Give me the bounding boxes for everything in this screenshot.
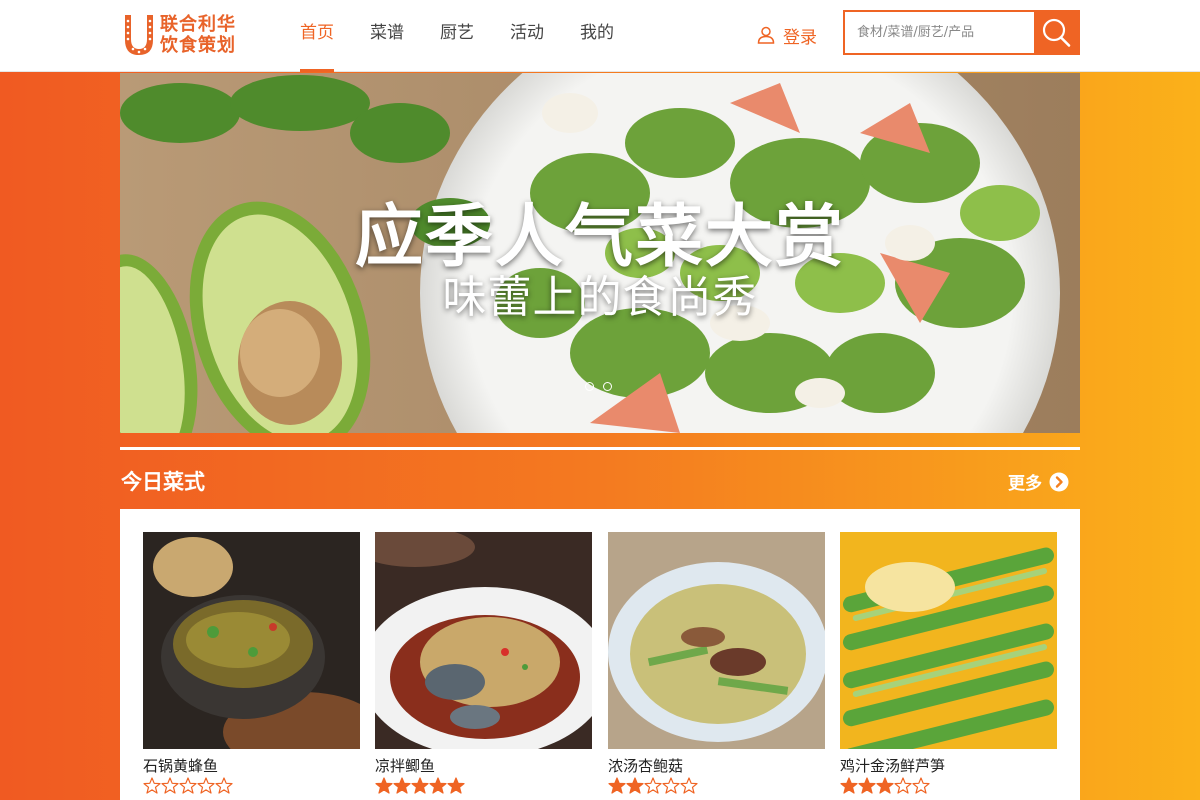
star-empty-icon bbox=[161, 777, 179, 794]
nav-recipes[interactable]: 菜谱 bbox=[370, 0, 404, 72]
brand-logo[interactable]: 联合利华 饮食策划 bbox=[122, 11, 267, 59]
dish-photo-mushroom-soup bbox=[608, 532, 825, 749]
more-label: 更多 bbox=[1008, 474, 1042, 494]
dish-name: 石锅黄蜂鱼 bbox=[143, 757, 219, 775]
nav-events[interactable]: 活动 bbox=[510, 0, 544, 72]
star-filled-icon bbox=[608, 777, 626, 794]
brand-name: 联合利华 饮食策划 bbox=[160, 14, 236, 56]
star-filled-icon bbox=[858, 777, 876, 794]
dish-name: 鸡汁金汤鲜芦笋 bbox=[840, 757, 946, 775]
login-button[interactable]: 登录 bbox=[757, 22, 817, 48]
section-title: 今日菜式 bbox=[121, 470, 205, 494]
brand-line-2: 饮食策划 bbox=[160, 35, 236, 56]
star-empty-icon bbox=[644, 777, 662, 794]
star-empty-icon bbox=[179, 777, 197, 794]
dish-rating bbox=[608, 777, 825, 794]
star-empty-icon bbox=[215, 777, 233, 794]
main-nav: 首页 菜谱 厨艺 活动 我的 bbox=[300, 0, 650, 72]
star-empty-icon bbox=[912, 777, 930, 794]
star-empty-icon bbox=[197, 777, 215, 794]
dish-rating bbox=[375, 777, 592, 794]
section-divider bbox=[120, 447, 1080, 450]
star-filled-icon bbox=[375, 777, 393, 794]
dish-card[interactable]: 鸡汁金汤鲜芦笋 bbox=[840, 532, 1057, 794]
carousel-dots bbox=[585, 382, 621, 391]
dishes-panel: 石锅黄蜂鱼 凉拌鲫鱼 浓汤杏鲍菇 鸡汁金汤鲜芦笋 bbox=[120, 509, 1080, 800]
more-link[interactable]: 更多 bbox=[1008, 469, 1069, 494]
nav-home[interactable]: 首页 bbox=[300, 0, 334, 72]
login-label: 登录 bbox=[783, 27, 817, 48]
dish-name: 凉拌鲫鱼 bbox=[375, 757, 436, 775]
search-input[interactable] bbox=[845, 12, 1035, 53]
nav-mine[interactable]: 我的 bbox=[580, 0, 614, 72]
search-icon bbox=[1043, 18, 1071, 47]
carousel-dot-1[interactable] bbox=[585, 382, 594, 391]
dish-photo-stone-pot-fish bbox=[143, 532, 360, 749]
star-empty-icon bbox=[894, 777, 912, 794]
hero-banner[interactable]: 应季人气菜大赏 味蕾上的食尚秀 bbox=[120, 73, 1080, 433]
dish-card[interactable]: 浓汤杏鲍菇 bbox=[608, 532, 825, 794]
star-filled-icon bbox=[411, 777, 429, 794]
star-filled-icon bbox=[447, 777, 465, 794]
nav-cooking-skills[interactable]: 厨艺 bbox=[440, 0, 474, 72]
banner-subtitle: 味蕾上的食尚秀 bbox=[442, 272, 758, 323]
star-empty-icon bbox=[143, 777, 161, 794]
search-button[interactable] bbox=[1034, 12, 1078, 53]
star-filled-icon bbox=[876, 777, 894, 794]
top-header: 联合利华 饮食策划 首页 菜谱 厨艺 活动 我的 登录 bbox=[0, 0, 1200, 72]
dish-rating bbox=[840, 777, 1057, 794]
dish-photo-asparagus bbox=[840, 532, 1057, 749]
unilever-u-logo-icon bbox=[125, 15, 153, 55]
dish-rating bbox=[143, 777, 360, 794]
carousel-dot-2[interactable] bbox=[603, 382, 612, 391]
brand-line-1: 联合利华 bbox=[160, 14, 236, 35]
dish-name: 浓汤杏鲍菇 bbox=[608, 757, 684, 775]
chevron-right-circle-icon bbox=[1049, 472, 1069, 491]
dish-card[interactable]: 石锅黄蜂鱼 bbox=[143, 532, 360, 794]
star-filled-icon bbox=[429, 777, 447, 794]
search-box bbox=[843, 10, 1080, 55]
star-filled-icon bbox=[393, 777, 411, 794]
dish-photo-cold-crucian-carp bbox=[375, 532, 592, 749]
star-filled-icon bbox=[626, 777, 644, 794]
star-empty-icon bbox=[662, 777, 680, 794]
star-filled-icon bbox=[840, 777, 858, 794]
dish-card[interactable]: 凉拌鲫鱼 bbox=[375, 532, 592, 794]
star-empty-icon bbox=[680, 777, 698, 794]
user-icon bbox=[757, 26, 775, 44]
